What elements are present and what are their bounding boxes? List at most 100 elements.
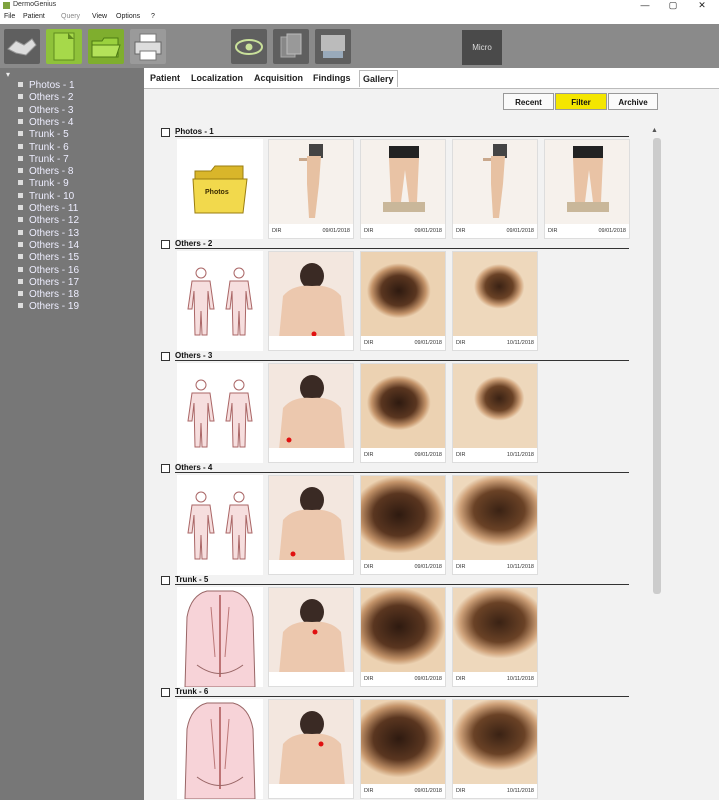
tab-gallery[interactable]: Gallery <box>359 70 398 87</box>
image-thumbnail[interactable] <box>268 363 354 463</box>
tree-item[interactable]: Others - 8 <box>18 166 73 178</box>
clinical-photo <box>269 140 353 226</box>
photos-folder-icon[interactable]: Photos <box>177 139 263 239</box>
image-thumbnail[interactable]: DIR 09/01/2018 <box>360 363 446 463</box>
image-date: 10/11/2018 <box>506 452 534 458</box>
image-tag: DIR <box>272 228 282 234</box>
tree-item[interactable]: Trunk - 9 <box>18 178 69 190</box>
group-checkbox[interactable] <box>161 688 170 697</box>
tree-item[interactable]: Others - 13 <box>18 228 79 240</box>
minimize-button[interactable]: — <box>637 0 653 10</box>
tab-localization[interactable]: Localization <box>191 72 243 84</box>
image-caption: DIR 10/11/2018 <box>453 336 537 350</box>
image-thumbnail[interactable]: DIR 09/01/2018 <box>360 699 446 799</box>
tree-item[interactable]: Others - 16 <box>18 265 79 277</box>
menu-options[interactable]: Options <box>116 12 140 22</box>
image-thumbnail[interactable] <box>268 587 354 687</box>
filter-button[interactable]: Filter <box>555 93 607 110</box>
image-thumbnail[interactable] <box>268 699 354 799</box>
tree-item[interactable]: Others - 15 <box>18 252 79 264</box>
archive-button[interactable]: Archive <box>608 93 658 110</box>
tree-item[interactable]: Others - 2 <box>18 92 73 104</box>
menu-query[interactable]: Query <box>61 12 80 22</box>
image-tag: DIR <box>548 228 558 234</box>
tree-root-toggle[interactable]: ▾ <box>6 70 10 79</box>
tree-item-label: Trunk - 7 <box>29 153 69 165</box>
body-map-thumbnail[interactable] <box>177 251 263 351</box>
body-map-thumbnail[interactable] <box>177 475 263 575</box>
tree-bullet-icon <box>18 241 23 247</box>
image-caption: DIR 09/01/2018 <box>361 784 445 798</box>
tree-item-label: Others - 11 <box>29 203 79 214</box>
group-checkbox[interactable] <box>161 128 170 137</box>
tree-item[interactable]: Trunk - 7 <box>18 154 69 166</box>
recent-button[interactable]: Recent <box>503 93 554 110</box>
printer-icon[interactable] <box>130 29 166 64</box>
close-button[interactable]: ✕ <box>694 0 710 10</box>
image-thumbnail[interactable]: DIR 09/01/2018 <box>360 587 446 687</box>
image-thumbnail[interactable]: DIR 09/01/2018 <box>544 139 630 239</box>
body-map-thumbnail[interactable] <box>177 363 263 463</box>
image-date: 10/11/2018 <box>506 676 534 682</box>
image-thumbnail[interactable]: DIR 09/01/2018 <box>360 251 446 351</box>
back-map-thumbnail[interactable] <box>177 699 263 800</box>
group-checkbox[interactable] <box>161 576 170 585</box>
compare-icon[interactable] <box>273 29 309 64</box>
image-thumbnail[interactable] <box>268 251 354 351</box>
tree-item[interactable]: Trunk - 10 <box>18 191 74 203</box>
new-document-icon[interactable] <box>46 29 82 64</box>
menu-patient[interactable]: Patient <box>23 12 45 22</box>
image-date: 09/01/2018 <box>322 228 350 234</box>
tree-item[interactable]: Others - 4 <box>18 117 73 129</box>
tree-item[interactable]: Others - 14 <box>18 240 79 252</box>
menu-help[interactable]: ? <box>151 12 155 22</box>
tab-acquisition[interactable]: Acquisition <box>254 72 303 84</box>
tree-item[interactable]: Others - 19 <box>18 301 79 313</box>
image-thumbnail[interactable]: DIR 10/11/2018 <box>452 587 538 687</box>
tree-bullet-icon <box>18 303 23 309</box>
image-thumbnail[interactable]: DIR 10/11/2018 <box>452 699 538 799</box>
tree-item[interactable]: Others - 18 <box>18 289 79 301</box>
gallery-group-header: Trunk - 5 <box>161 575 629 587</box>
tree-item[interactable]: Others - 11 <box>18 203 78 215</box>
eye-icon[interactable] <box>231 29 267 64</box>
dermoscope-icon[interactable] <box>315 29 351 64</box>
vertical-scrollbar[interactable] <box>653 138 661 594</box>
tab-patient[interactable]: Patient <box>150 72 180 84</box>
tree-item[interactable]: Others - 12 <box>18 215 79 227</box>
image-thumbnail[interactable] <box>268 475 354 575</box>
tree-bullet-icon <box>18 266 23 272</box>
micro-button[interactable]: Micro <box>462 30 502 65</box>
image-caption: DIR 09/01/2018 <box>269 224 353 238</box>
tab-findings[interactable]: Findings <box>313 72 351 84</box>
tree-item[interactable]: Others - 3 <box>18 105 73 117</box>
menu-view[interactable]: View <box>92 12 107 22</box>
image-thumbnail[interactable]: DIR 09/01/2018 <box>360 139 446 239</box>
handshake-icon[interactable] <box>4 29 40 64</box>
group-checkbox[interactable] <box>161 352 170 361</box>
menu-file[interactable]: File <box>4 12 15 22</box>
image-thumbnail[interactable]: DIR 10/11/2018 <box>452 475 538 575</box>
tree-item[interactable]: Trunk - 5 <box>18 129 69 141</box>
image-caption: DIR 10/11/2018 <box>453 672 537 686</box>
tree-item[interactable]: Trunk - 6 <box>18 142 69 154</box>
image-thumbnail[interactable]: DIR 09/01/2018 <box>360 475 446 575</box>
tree-item[interactable]: Photos - 1 <box>18 80 75 92</box>
group-checkbox[interactable] <box>161 464 170 473</box>
image-tag: DIR <box>364 788 374 794</box>
maximize-button[interactable]: ▢ <box>665 0 681 10</box>
tree-bullet-icon <box>18 291 23 297</box>
back-map-thumbnail[interactable] <box>177 587 263 688</box>
image-thumbnail[interactable]: DIR 10/11/2018 <box>452 363 538 463</box>
tree-bullet-icon <box>18 143 23 149</box>
group-divider <box>175 360 629 361</box>
gallery-group-header: Others - 2 <box>161 239 629 251</box>
scroll-up-arrow[interactable]: ▲ <box>651 127 658 134</box>
group-checkbox[interactable] <box>161 240 170 249</box>
image-thumbnail[interactable]: DIR 10/11/2018 <box>452 251 538 351</box>
tree-item-label: Trunk - 5 <box>29 129 69 141</box>
open-folder-icon[interactable] <box>88 29 124 64</box>
image-thumbnail[interactable]: DIR 09/01/2018 <box>452 139 538 239</box>
tree-item[interactable]: Others - 17 <box>18 277 79 289</box>
image-thumbnail[interactable]: DIR 09/01/2018 <box>268 139 354 239</box>
